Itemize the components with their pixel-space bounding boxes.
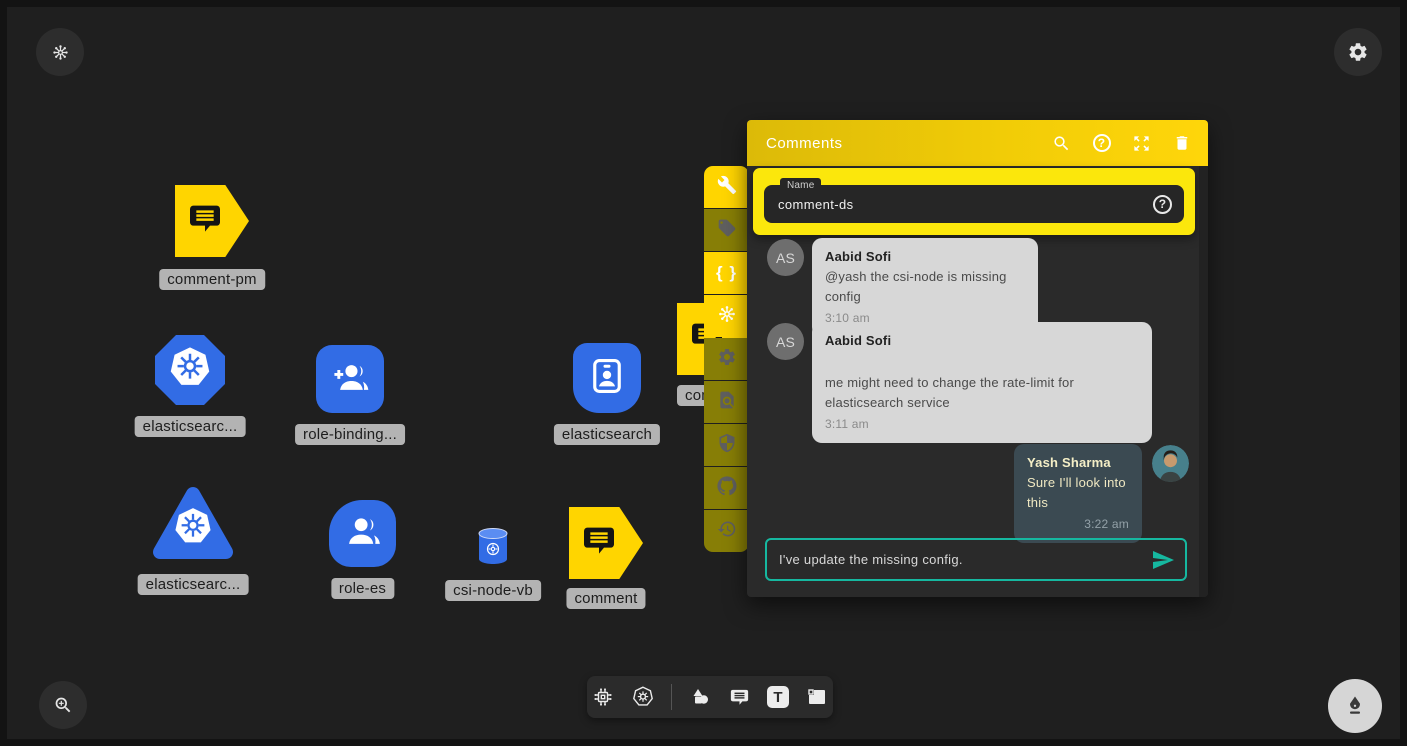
node-label: comment — [566, 588, 645, 609]
dock-kubernetes-icon[interactable] — [631, 685, 655, 709]
toolbar-item-shield[interactable] — [704, 424, 749, 466]
speech-bubble-icon — [579, 521, 633, 566]
comment-shape — [569, 507, 643, 579]
dock-divider — [671, 684, 672, 710]
comment-shape — [175, 185, 249, 257]
pen-tool-button[interactable] — [1328, 679, 1382, 733]
shield-icon — [717, 433, 737, 458]
search-icon[interactable] — [1051, 133, 1072, 154]
avatar: AS — [767, 323, 804, 360]
kubernetes-logo-icon — [172, 505, 214, 552]
node-label: elasticsearc... — [135, 416, 246, 437]
node-action-toolbar: { } — [704, 166, 749, 552]
settings-button[interactable] — [1334, 28, 1382, 76]
speech-bubble-icon — [185, 199, 239, 244]
toolbar-item-doc-search[interactable] — [704, 381, 749, 423]
name-input[interactable] — [764, 197, 1153, 212]
wrench-icon — [717, 175, 737, 200]
panel-title: Comments — [766, 135, 843, 152]
pen-nib-icon — [1343, 694, 1367, 718]
node-elasticsearch-octagon[interactable]: elasticsearc... — [155, 335, 225, 405]
triangle-shape — [150, 484, 236, 564]
send-icon[interactable] — [1151, 548, 1175, 572]
toolbar-item-braces[interactable]: { } — [704, 252, 749, 294]
node-label: csi-node-vb — [445, 580, 541, 601]
role-shape — [329, 500, 396, 567]
node-csi-node-vb[interactable]: csi-node-vb — [476, 527, 510, 565]
kubernetes-logo-icon — [167, 345, 213, 396]
id-badge-icon — [586, 354, 628, 403]
help-icon[interactable]: ? — [1153, 195, 1172, 214]
comment-input[interactable] — [767, 552, 1151, 567]
dock-rectangle-icon[interactable] — [805, 685, 829, 709]
node-label: comment-pm — [159, 269, 265, 290]
message-time: 3:11 am — [825, 415, 1139, 434]
role-binding-shape — [316, 345, 384, 413]
history-icon — [717, 519, 737, 544]
toolbar-item-gear[interactable] — [704, 338, 749, 380]
dock-relationships-icon[interactable] — [591, 685, 615, 709]
message-text: @yash the csi-node is missing config — [825, 267, 1025, 307]
storage-cylinder-shape — [476, 527, 510, 565]
help-icon[interactable]: ? — [1091, 133, 1112, 154]
node-role-binding[interactable]: role-binding... — [316, 345, 384, 413]
app-logo-button[interactable] — [36, 28, 84, 76]
toolbar-item-kubernetes[interactable] — [704, 295, 749, 337]
node-comment-pm[interactable]: comment-pm — [175, 185, 249, 257]
dock-comment-icon[interactable] — [728, 686, 751, 709]
toolbar-item-tag[interactable] — [704, 209, 749, 251]
expand-icon[interactable] — [1131, 133, 1152, 154]
gear-icon — [1347, 41, 1369, 63]
message-text: me might need to change the rate-limit f… — [825, 373, 1139, 413]
node-comment[interactable]: comment — [569, 507, 643, 579]
node-label: role-es — [331, 578, 394, 599]
name-field-wrapper: Name ? — [753, 168, 1195, 235]
message-author: Yash Sharma — [1027, 453, 1129, 473]
add-people-icon — [328, 355, 372, 404]
app-logo-icon — [51, 43, 70, 62]
zoom-in-icon — [53, 695, 74, 716]
zoom-button[interactable] — [39, 681, 87, 729]
message-list[interactable]: AS Aabid Sofi @yash the csi-node is miss… — [747, 235, 1199, 525]
toolbar-item-history[interactable] — [704, 510, 749, 552]
dock-shapes-icon[interactable] — [688, 685, 712, 709]
node-role-es[interactable]: role-es — [329, 500, 396, 567]
message-author: Aabid Sofi — [825, 247, 1025, 267]
avatar-photo — [1152, 445, 1189, 482]
node-label: elasticsearch — [554, 424, 660, 445]
delete-icon[interactable] — [1171, 133, 1192, 154]
node-label: role-binding... — [295, 424, 405, 445]
toolbar-item-wrench[interactable] — [704, 166, 749, 208]
document-search-icon — [717, 390, 737, 415]
tag-icon — [717, 218, 737, 243]
dock-text-icon[interactable]: T — [767, 686, 789, 708]
diagram-canvas[interactable]: comment-pm elasticsearc... — [0, 0, 1407, 746]
gear-icon — [717, 347, 737, 372]
braces-icon: { } — [716, 263, 737, 283]
message-time: 3:22 am — [1027, 515, 1129, 534]
node-elasticsearch-triangle[interactable]: elasticsearc... — [150, 484, 236, 564]
message-bubble: Yash Sharma Sure I'll look into this 3:2… — [1014, 444, 1142, 543]
kubernetes-wheel-icon — [716, 303, 738, 330]
node-elasticsearch-badge[interactable]: elasticsearch — [573, 343, 641, 413]
name-field-label: Name — [780, 178, 821, 193]
comments-panel: Comments ? Name ? — [747, 120, 1208, 597]
people-icon — [341, 509, 385, 558]
github-icon — [717, 476, 737, 501]
message-bubble: Aabid Sofi me might need to change the r… — [812, 322, 1152, 443]
message-text: Sure I'll look into this — [1027, 473, 1129, 513]
bottom-dock: T — [587, 676, 833, 718]
node-label: elasticsearc... — [138, 574, 249, 595]
toolbar-item-github[interactable] — [704, 467, 749, 509]
octagon-shape — [155, 335, 225, 405]
comments-panel-header[interactable]: Comments ? — [747, 120, 1208, 166]
message-author: Aabid Sofi — [825, 331, 1139, 351]
avatar: AS — [767, 239, 804, 276]
comment-input-row — [765, 538, 1187, 581]
service-account-shape — [573, 343, 641, 413]
